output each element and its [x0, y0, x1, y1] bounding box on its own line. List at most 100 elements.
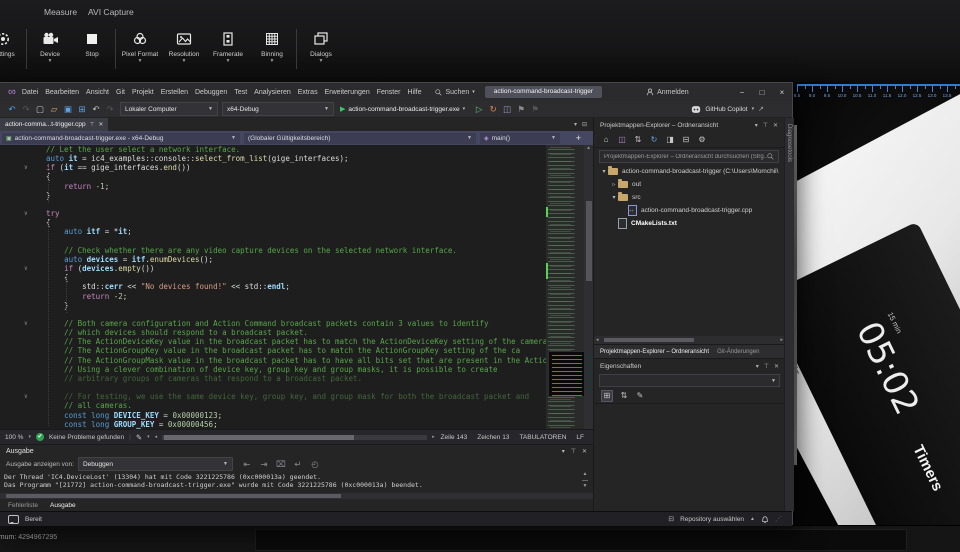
- code-line[interactable]: [0, 383, 593, 392]
- hscroll-right-icon[interactable]: ▸: [780, 337, 783, 343]
- run-button[interactable]: ▶ action-command-broadcast-trigger.exe ▾: [340, 105, 465, 113]
- ribbon-pixel-format-button[interactable]: Pixel Format▼: [118, 27, 162, 63]
- code-line[interactable]: // all cameras.: [0, 401, 593, 410]
- close-icon[interactable]: ✕: [773, 122, 778, 129]
- tab-solution-explorer[interactable]: Projektmappen-Explorer – Ordneransicht: [600, 349, 709, 355]
- goto-previous-icon[interactable]: ⇤: [241, 459, 253, 469]
- ribbon-binning-button[interactable]: Binning▼: [250, 27, 294, 63]
- code-line[interactable]: const long GROUP_KEY = 0x00000456;: [0, 420, 593, 429]
- tree-expanded-icon[interactable]: ▾: [600, 168, 608, 175]
- undo-icon[interactable]: ↶: [90, 104, 102, 114]
- menu-git[interactable]: Git: [116, 89, 125, 96]
- window-position-icon[interactable]: ▾: [755, 122, 758, 129]
- ribbon-resolution-button[interactable]: Resolution▼: [162, 27, 206, 63]
- scrollbar-thumb[interactable]: [586, 201, 592, 281]
- menu-bearbeiten[interactable]: Bearbeiten: [45, 89, 79, 96]
- redo-icon[interactable]: ↷: [104, 104, 116, 114]
- properties-icon[interactable]: ⚙: [697, 135, 707, 145]
- status-tabs-mode[interactable]: TABULATOREN: [519, 434, 566, 441]
- float-window-icon[interactable]: ⊟: [582, 121, 587, 128]
- tab-diagnostic-tools[interactable]: Diagnosetools: [786, 124, 792, 162]
- tab-fehlerliste[interactable]: Fehlerliste: [8, 502, 38, 509]
- add-icon[interactable]: +: [576, 133, 591, 143]
- save-icon[interactable]: ▣: [62, 104, 74, 114]
- pin-icon[interactable]: ⊤: [571, 448, 576, 455]
- menu-extras[interactable]: Extras: [298, 89, 318, 96]
- fold-arrow-icon[interactable]: ∨: [24, 264, 28, 273]
- output-log[interactable]: Der Thread 'IC4.DeviceLost' (13304) hat …: [0, 471, 582, 495]
- menu-debuggen[interactable]: Debuggen: [195, 89, 227, 96]
- tree-expanded-icon[interactable]: ▾: [610, 194, 618, 201]
- pin-icon[interactable]: ⊤: [90, 122, 95, 128]
- code-editor[interactable]: // Let the user select a network interfa…: [0, 145, 593, 429]
- menu-erweiterungen[interactable]: Erweiterungen: [325, 89, 370, 96]
- alphabetical-icon[interactable]: ⇅: [619, 391, 629, 401]
- code-line[interactable]: // which devices should respond to a bro…: [0, 328, 593, 337]
- tree-item-out[interactable]: ▹out: [594, 178, 784, 191]
- hscroll-left-icon[interactable]: ◂: [155, 434, 158, 440]
- code-line[interactable]: [0, 237, 593, 246]
- nav-project-dropdown[interactable]: ▣ action-command-broadcast-trigger.exe -…: [2, 133, 240, 144]
- code-line[interactable]: const long DEVICE_KEY = 0x00000123;: [0, 411, 593, 420]
- resize-grip[interactable]: ⋰: [775, 515, 782, 523]
- window-position-icon[interactable]: ▾: [756, 363, 759, 370]
- hot-reload-icon[interactable]: ↻: [487, 104, 499, 114]
- select-repository-button[interactable]: Repository auswählen: [680, 516, 744, 523]
- ribbon-framerate-button[interactable]: Framerate▼: [206, 27, 250, 63]
- explorer-horizontal-scrollbar[interactable]: ◂ ▸: [594, 336, 785, 344]
- fold-arrow-icon[interactable]: ∨: [24, 209, 28, 218]
- vertical-scrollbar[interactable]: ▲: [584, 145, 593, 429]
- code-line[interactable]: // arbitrary groups of cameras that resp…: [0, 374, 593, 383]
- code-line[interactable]: auto itf = *it;: [0, 227, 593, 236]
- output-source-dropdown[interactable]: Debuggen▼: [78, 457, 233, 471]
- maximize-icon[interactable]: □: [752, 88, 772, 97]
- zoom-dropdown-icon[interactable]: ▾: [28, 434, 31, 440]
- code-line[interactable]: // Check whether there are any video cap…: [0, 246, 593, 255]
- hscroll-right-icon[interactable]: ▸: [432, 434, 435, 440]
- menu-ansicht[interactable]: Ansicht: [86, 89, 109, 96]
- feedback-icon[interactable]: ↗: [758, 105, 764, 113]
- code-line[interactable]: ∨ // Both camera configuration and Actio…: [0, 319, 593, 328]
- code-line[interactable]: {: [0, 172, 593, 181]
- tree-item-src[interactable]: ▾src: [594, 191, 784, 204]
- code-line[interactable]: auto devices = itf.enumDevices();: [0, 255, 593, 264]
- autoscroll-icon[interactable]: ◴: [309, 459, 321, 469]
- code-line[interactable]: std::cerr << "No devices found!" << std:…: [0, 282, 593, 291]
- code-line[interactable]: ∨ if (devices.empty()): [0, 264, 593, 273]
- target-dropdown[interactable]: Lokaler Computer▼: [120, 102, 218, 116]
- close-icon[interactable]: ✕: [774, 363, 779, 370]
- start-without-debugging-icon[interactable]: ▷: [473, 104, 485, 114]
- code-line[interactable]: }: [0, 301, 593, 310]
- code-line[interactable]: }: [0, 191, 593, 200]
- tab-git-changes[interactable]: Git-Änderungen: [717, 349, 759, 355]
- break-all-icon[interactable]: ◫: [501, 104, 513, 114]
- menu-analysieren[interactable]: Analysieren: [254, 89, 291, 96]
- tab-ausgabe[interactable]: Ausgabe: [50, 502, 76, 509]
- scroll-up-icon[interactable]: ▲: [584, 145, 593, 152]
- collapse-all-icon[interactable]: ⊟: [681, 135, 691, 145]
- code-line[interactable]: ∨if (it == gige_interfaces.end()): [0, 163, 593, 172]
- code-line[interactable]: return -1;: [0, 182, 593, 191]
- code-line[interactable]: ∨try: [0, 209, 593, 218]
- pin-icon[interactable]: ⊤: [763, 122, 768, 129]
- code-line[interactable]: ∨ // For testing, we use the same device…: [0, 392, 593, 401]
- github-copilot-button[interactable]: GitHub Copilot ▾ ↗: [691, 105, 764, 114]
- wordwrap-icon[interactable]: ↵: [292, 459, 304, 469]
- properties-object-dropdown[interactable]: ▼: [599, 374, 780, 387]
- sign-in-button[interactable]: Anmelden: [646, 88, 689, 96]
- preview-icon[interactable]: ◨: [665, 135, 675, 145]
- home-icon[interactable]: ⌂: [601, 135, 611, 145]
- nav-member-dropdown[interactable]: ◈ main()▼: [480, 133, 560, 144]
- bookmark-list-icon[interactable]: ⚑: [529, 104, 541, 114]
- code-line[interactable]: // The ActionGroupKey value in the broad…: [0, 346, 593, 355]
- tab-dropdown-icon[interactable]: ▾: [574, 121, 577, 128]
- close-icon[interactable]: ✕: [582, 448, 587, 455]
- code-line[interactable]: // The ActionDeviceKey value in the broa…: [0, 337, 593, 346]
- navigate-forward-icon[interactable]: ↷: [20, 104, 32, 114]
- configuration-dropdown[interactable]: x64-Debug▼: [222, 102, 334, 116]
- tab-measure[interactable]: Measure: [44, 7, 77, 17]
- fold-arrow-icon[interactable]: ∨: [24, 163, 28, 172]
- sync-icon[interactable]: ⇅: [633, 135, 643, 145]
- bookmark-icon[interactable]: ⚑: [515, 104, 527, 114]
- ribbon-dialogs-button[interactable]: Dialogs▼: [299, 27, 343, 63]
